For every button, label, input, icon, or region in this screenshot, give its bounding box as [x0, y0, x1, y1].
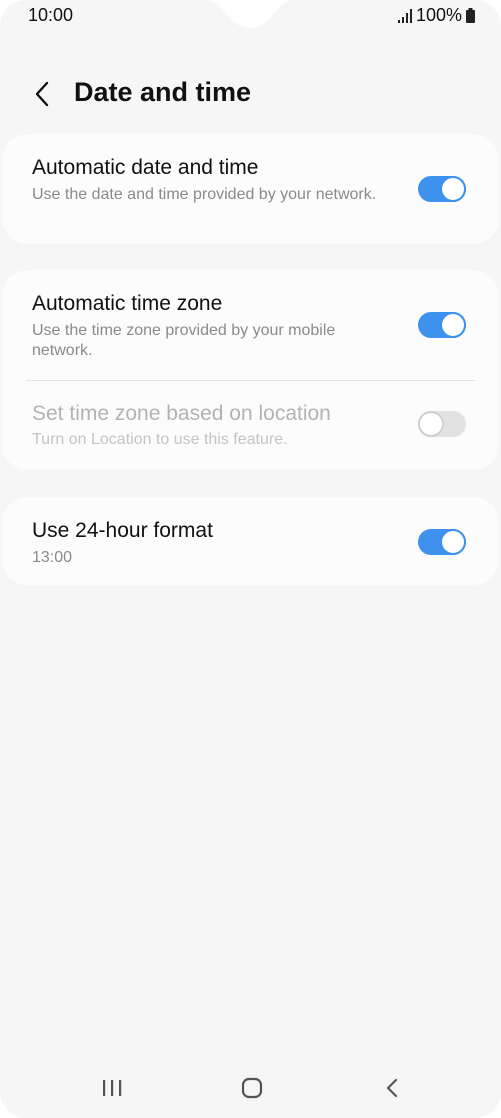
- home-button[interactable]: [232, 1068, 272, 1108]
- setting-auto-date-time[interactable]: Automatic date and time Use the date and…: [2, 134, 499, 244]
- card-24-hour-format: Use 24-hour format 13:00: [2, 497, 499, 585]
- screen: 10:00 100% Date and time Automatic date …: [0, 0, 501, 1118]
- toggle-auto-time-zone[interactable]: [418, 312, 466, 338]
- signal-bars-icon: [397, 8, 412, 23]
- toggle-knob: [440, 176, 466, 202]
- nav-back-button[interactable]: [372, 1068, 412, 1108]
- setting-subtitle: Use the date and time provided by your n…: [32, 186, 377, 203]
- setting-title: Set time zone based on location: [32, 402, 331, 425]
- setting-title: Automatic time zone: [32, 292, 223, 315]
- chevron-left-icon: [35, 81, 49, 107]
- toggle-auto-date-time[interactable]: [418, 176, 466, 202]
- setting-subtitle: Use the time zone provided by your mobil…: [32, 322, 336, 359]
- page-title: Date and time: [74, 77, 252, 107]
- toggle-24-hour-format[interactable]: [418, 529, 466, 555]
- setting-title: Use 24-hour format: [32, 519, 213, 542]
- status-indicators: 100%: [397, 5, 475, 26]
- toggle-knob: [440, 312, 466, 338]
- setting-subtitle: 13:00: [32, 549, 73, 566]
- recents-icon: [103, 1080, 122, 1096]
- setting-24-hour-format[interactable]: Use 24-hour format 13:00: [2, 497, 499, 585]
- setting-subtitle: Turn on Location to use this feature.: [32, 431, 288, 448]
- card-time-zone: Automatic time zone Use the time zone pr…: [2, 270, 499, 470]
- back-icon: [386, 1078, 398, 1098]
- toggle-location-time-zone[interactable]: [418, 411, 466, 437]
- battery-percent: 100%: [415, 5, 462, 25]
- toggle-knob: [440, 529, 466, 555]
- battery-full-icon: [466, 8, 475, 23]
- setting-title: Automatic date and time: [32, 156, 259, 179]
- setting-location-time-zone[interactable]: Set time zone based on location Turn on …: [2, 381, 499, 470]
- toggle-knob: [418, 411, 444, 437]
- recents-button[interactable]: [92, 1068, 132, 1108]
- card-auto-date-time: Automatic date and time Use the date and…: [2, 134, 499, 244]
- back-button[interactable]: [24, 74, 60, 114]
- setting-auto-time-zone[interactable]: Automatic time zone Use the time zone pr…: [2, 270, 499, 380]
- status-time: 10:00: [28, 5, 74, 25]
- home-icon: [241, 1077, 263, 1099]
